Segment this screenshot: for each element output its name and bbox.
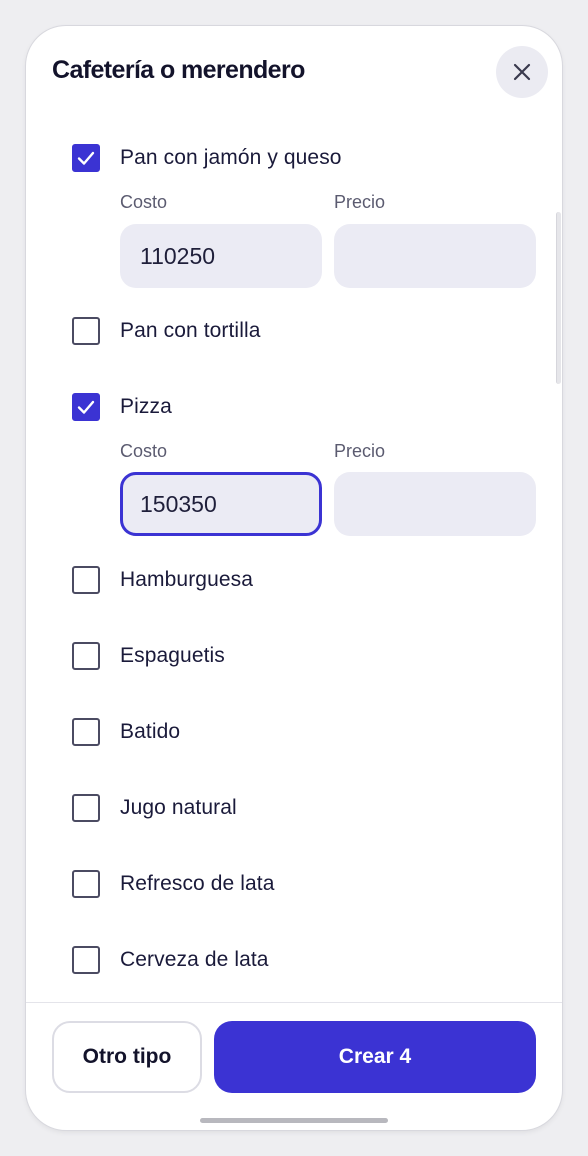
close-icon bbox=[513, 63, 531, 81]
item-label: Jugo natural bbox=[120, 796, 237, 819]
checkbox[interactable] bbox=[72, 718, 100, 746]
checkbox[interactable] bbox=[72, 642, 100, 670]
cost-input[interactable]: 150350 bbox=[120, 472, 322, 536]
checkbox[interactable] bbox=[72, 946, 100, 974]
checkmark-icon bbox=[77, 400, 95, 414]
checkbox[interactable] bbox=[72, 393, 100, 421]
checkbox-item-pizza[interactable]: Pizza bbox=[72, 393, 172, 421]
item-label: Hamburguesa bbox=[120, 568, 254, 591]
checkbox-item-hamburguesa[interactable]: Hamburguesa bbox=[72, 566, 253, 594]
item-label: Refresco de lata bbox=[120, 872, 275, 895]
close-button[interactable] bbox=[496, 46, 548, 98]
checkbox[interactable] bbox=[72, 870, 100, 898]
item-label: Pan con tortilla bbox=[120, 319, 261, 342]
other-type-button[interactable]: Otro tipo bbox=[52, 1021, 202, 1093]
cost-input[interactable]: 110250 bbox=[120, 224, 322, 288]
cost-label: Costo bbox=[120, 441, 168, 461]
price-input[interactable] bbox=[334, 472, 536, 536]
item-label: Pan con jamón y queso bbox=[120, 146, 342, 169]
item-label: Pizza bbox=[120, 395, 172, 418]
item-label: Batido bbox=[120, 720, 181, 743]
checkbox-item-pan-con-tortilla[interactable]: Pan con tortilla bbox=[72, 317, 261, 345]
modal-title: Cafetería o merendero bbox=[52, 56, 305, 84]
price-label: Precio bbox=[334, 192, 386, 212]
cost-label: Costo bbox=[120, 192, 168, 212]
item-label: Espaguetis bbox=[120, 644, 225, 667]
price-label: Precio bbox=[334, 441, 386, 461]
checkbox-item-jugo-natural[interactable]: Jugo natural bbox=[72, 794, 237, 822]
checkbox-item-espaguetis[interactable]: Espaguetis bbox=[72, 642, 225, 670]
checkbox-item-batido[interactable]: Batido bbox=[72, 718, 180, 746]
checkbox[interactable] bbox=[72, 144, 100, 172]
create-button[interactable]: Crear 4 bbox=[214, 1021, 536, 1093]
item-label: Cerveza de lata bbox=[120, 948, 269, 971]
price-input[interactable] bbox=[334, 224, 536, 288]
checkbox[interactable] bbox=[72, 317, 100, 345]
checkbox[interactable] bbox=[72, 794, 100, 822]
scrollbar[interactable] bbox=[556, 212, 561, 384]
checkbox[interactable] bbox=[72, 566, 100, 594]
modal-sheet: Cafetería o merendero Pan con jamón y qu… bbox=[26, 26, 562, 1130]
checkmark-icon bbox=[77, 151, 95, 165]
checkbox-item-refresco-de-lata[interactable]: Refresco de lata bbox=[72, 870, 275, 898]
footer-divider bbox=[26, 1002, 562, 1003]
home-indicator bbox=[200, 1118, 388, 1123]
checkbox-item-pan-con-jamon-y-queso[interactable]: Pan con jamón y queso bbox=[72, 144, 342, 172]
checkbox-item-cerveza-de-lata[interactable]: Cerveza de lata bbox=[72, 946, 269, 974]
